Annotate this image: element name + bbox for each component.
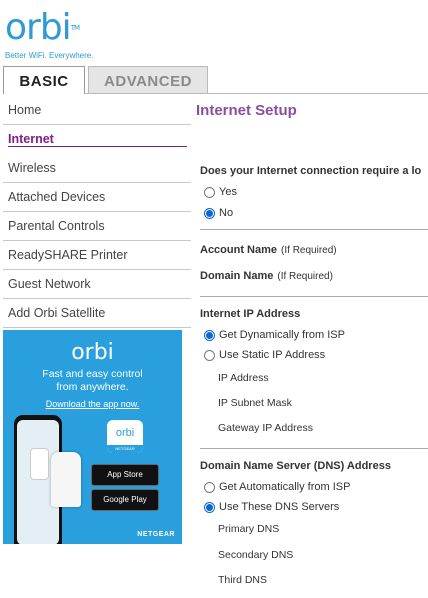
sidebar-item-label: Internet bbox=[8, 132, 54, 146]
domain-name-note: (If Required) bbox=[277, 271, 333, 282]
promo-logo: orbi bbox=[71, 340, 114, 365]
dns-manual-label: Use These DNS Servers bbox=[219, 501, 340, 513]
tile-brand: orbi bbox=[115, 427, 135, 439]
secondary-dns-label: Secondary DNS bbox=[218, 549, 294, 561]
account-name-text: Account Name bbox=[200, 244, 278, 256]
ip-address-label: IP Address bbox=[218, 372, 269, 384]
download-app-link[interactable]: Download the app now. bbox=[3, 399, 182, 409]
ip-dynamic-label: Get Dynamically from ISP bbox=[219, 329, 345, 341]
logo-tagline: Better WiFi. Everywhere. bbox=[5, 51, 94, 60]
dns-auto-option[interactable]: Get Automatically from ISP bbox=[204, 481, 350, 493]
dns-auto-label: Get Automatically from ISP bbox=[219, 481, 351, 493]
radio-ip-static[interactable] bbox=[204, 349, 215, 361]
login-yes-option[interactable]: Yes bbox=[204, 186, 237, 198]
netgear-logo: NETGEAR bbox=[137, 531, 175, 538]
account-name-note: (If Required) bbox=[281, 245, 337, 256]
dns-manual-option[interactable]: Use These DNS Servers bbox=[204, 501, 339, 513]
active-underline bbox=[8, 146, 187, 147]
promo-text: Fast and easy control from anywhere. bbox=[3, 368, 182, 394]
domain-name-text: Domain Name bbox=[200, 270, 274, 282]
main-tabs: BASIC ADVANCED bbox=[3, 66, 428, 94]
app-store-label: App Store bbox=[107, 470, 143, 479]
domain-name-label: Domain Name (If Required) bbox=[200, 270, 333, 282]
radio-dns-auto[interactable] bbox=[204, 481, 215, 493]
tab-divider bbox=[85, 93, 428, 94]
ip-static-label: Use Static IP Address bbox=[219, 349, 326, 361]
ip-dynamic-option[interactable]: Get Dynamically from ISP bbox=[204, 329, 345, 341]
sidebar-item-wireless[interactable]: Wireless bbox=[3, 154, 191, 183]
page-title: Internet Setup bbox=[196, 102, 297, 119]
sidebar: Home Internet Wireless Attached Devices … bbox=[3, 96, 191, 328]
sidebar-item-home[interactable]: Home bbox=[3, 96, 191, 125]
login-no-label: No bbox=[219, 207, 234, 219]
ip-static-option[interactable]: Use Static IP Address bbox=[204, 349, 325, 361]
logo-word: orbi bbox=[5, 7, 72, 48]
login-no-option[interactable]: No bbox=[204, 207, 233, 219]
dns-section-title: Domain Name Server (DNS) Address bbox=[200, 460, 391, 472]
radio-login-yes[interactable] bbox=[204, 186, 215, 198]
promo-line-1: Fast and easy control bbox=[42, 368, 143, 380]
ip-subnet-label: IP Subnet Mask bbox=[218, 397, 292, 409]
sidebar-item-internet[interactable]: Internet bbox=[3, 125, 191, 154]
orbi-logo: orbiTM Better WiFi. Everywhere. bbox=[5, 7, 94, 61]
divider bbox=[200, 448, 428, 449]
sidebar-item-guest-network[interactable]: Guest Network bbox=[3, 270, 191, 299]
gateway-ip-label: Gateway IP Address bbox=[218, 422, 313, 434]
login-yes-label: Yes bbox=[219, 186, 237, 198]
radio-login-no[interactable] bbox=[204, 207, 215, 219]
orbi-device-image bbox=[51, 452, 81, 507]
radio-ip-dynamic[interactable] bbox=[204, 329, 215, 341]
logo-tm: TM bbox=[70, 24, 80, 32]
app-promo-banner[interactable]: orbi Fast and easy control from anywhere… bbox=[3, 330, 182, 544]
promo-line-2: from anywhere. bbox=[56, 381, 129, 393]
account-name-label: Account Name (If Required) bbox=[200, 244, 337, 256]
tile-label: NETGEAR bbox=[107, 445, 143, 453]
primary-dns-label: Primary DNS bbox=[218, 523, 280, 535]
third-dns-label: Third DNS bbox=[218, 574, 268, 586]
google-play-label: Google Play bbox=[103, 495, 147, 504]
orbi-app-icon: orbi NETGEAR bbox=[107, 420, 143, 453]
divider bbox=[200, 296, 428, 297]
internet-ip-section-title: Internet IP Address bbox=[200, 308, 301, 320]
google-play-badge[interactable]: Google Play bbox=[91, 489, 159, 511]
sidebar-item-parental-controls[interactable]: Parental Controls bbox=[3, 212, 191, 241]
sidebar-item-attached-devices[interactable]: Attached Devices bbox=[3, 183, 191, 212]
tab-advanced[interactable]: ADVANCED bbox=[88, 66, 208, 94]
divider bbox=[200, 229, 428, 230]
sidebar-item-add-orbi-satellite[interactable]: Add Orbi Satellite bbox=[3, 299, 191, 328]
login-question: Does your Internet connection require a … bbox=[200, 165, 422, 177]
app-store-badge[interactable]: App Store bbox=[91, 464, 159, 486]
tab-basic[interactable]: BASIC bbox=[3, 66, 85, 94]
radio-dns-manual[interactable] bbox=[204, 501, 215, 513]
sidebar-item-readyshare-printer[interactable]: ReadySHARE Printer bbox=[3, 241, 191, 270]
